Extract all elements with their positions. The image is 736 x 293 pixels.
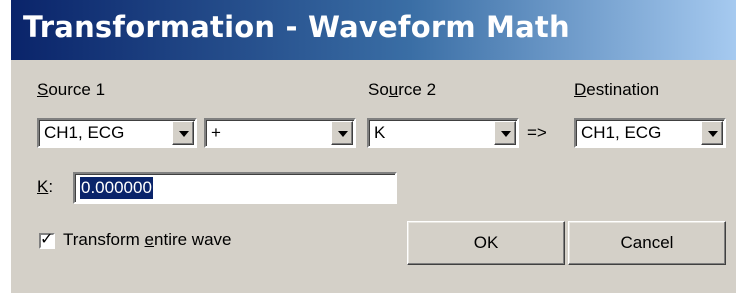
destination-dropdown-button[interactable] [701, 121, 723, 145]
k-label: K: [37, 177, 54, 196]
operator-select[interactable]: + [204, 118, 356, 148]
checkmark-icon: ✓ [40, 229, 54, 248]
destination-label: Destination [574, 80, 660, 99]
destination-select[interactable]: CH1, ECG [574, 118, 726, 148]
operator-dropdown-button[interactable] [331, 121, 353, 145]
k-input-value: 0.000000 [80, 177, 153, 199]
source1-label: Source 1 [37, 80, 106, 99]
destination-value: CH1, ECG [581, 123, 662, 142]
source1-select[interactable]: CH1, ECG [37, 118, 197, 148]
source2-select[interactable]: K [367, 118, 519, 148]
ok-button[interactable]: OK [407, 221, 565, 265]
cancel-button[interactable]: Cancel [568, 221, 726, 265]
source2-dropdown-button[interactable] [494, 121, 516, 145]
operator-value: + [211, 123, 221, 142]
chevron-down-icon [179, 131, 189, 137]
chevron-down-icon [708, 131, 718, 137]
source2-value: K [374, 123, 386, 142]
source1-dropdown-button[interactable] [172, 121, 194, 145]
transform-entire-wave-checkbox[interactable]: ✓ [39, 229, 55, 249]
k-input[interactable]: 0.000000 [73, 172, 397, 204]
transformation-dialog: Transformation - Waveform Math Source 1 … [10, 0, 736, 293]
title-bar: Transformation - Waveform Math [11, 0, 736, 60]
source1-value: CH1, ECG [44, 123, 125, 142]
chevron-down-icon [338, 131, 348, 137]
source2-label: Source 2 [368, 80, 437, 99]
transform-entire-wave-label[interactable]: Transform entire wave [63, 230, 232, 250]
window-title: Transformation - Waveform Math [23, 10, 570, 44]
chevron-down-icon [501, 131, 511, 137]
arrow-label: => [527, 123, 547, 142]
